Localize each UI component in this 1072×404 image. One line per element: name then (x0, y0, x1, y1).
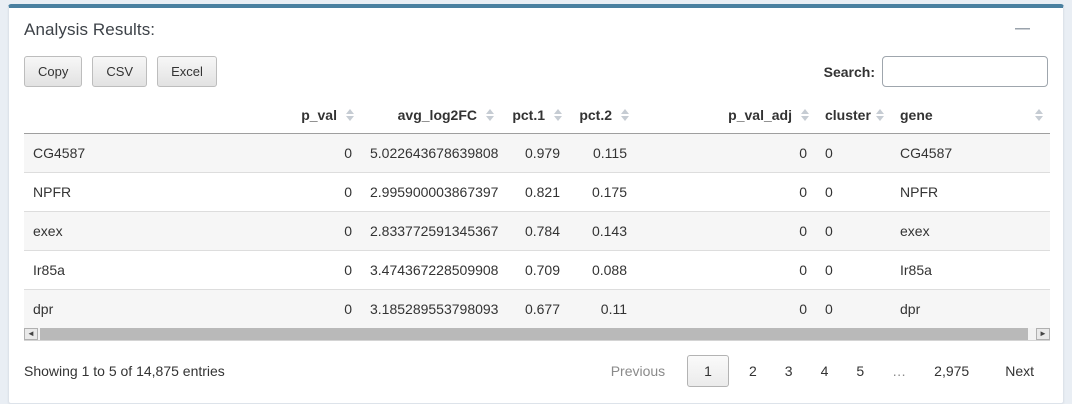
sort-icon (554, 109, 562, 121)
p-val-cell: 0 (264, 290, 361, 329)
previous-page-button[interactable]: Previous (597, 355, 679, 387)
search-input[interactable] (882, 56, 1048, 87)
p-val-adj-cell: 0 (636, 290, 816, 329)
column-header-pct1[interactable]: pct.1 (501, 97, 569, 134)
p-val-cell: 0 (264, 212, 361, 251)
gene-cell: dpr (891, 290, 1050, 329)
pct2-cell: 0.11 (569, 290, 636, 329)
rowname-cell: dpr (24, 290, 264, 329)
results-table: p_val avg_log2FC pct.1 pct.2 p_val_adj c… (24, 97, 1050, 328)
sort-icon (486, 109, 494, 121)
cluster-cell: 0 (816, 212, 891, 251)
gene-cell: exex (891, 212, 1050, 251)
pagination-ellipsis: … (878, 355, 920, 387)
entries-info: Showing 1 to 5 of 14,875 entries (24, 363, 225, 379)
p-val-adj-cell: 0 (636, 134, 816, 173)
column-header-cluster[interactable]: cluster (816, 97, 891, 134)
next-page-button[interactable]: Next (991, 355, 1048, 387)
pct1-cell: 0.821 (501, 173, 569, 212)
table-row[interactable]: dpr 0 3.185289553798093 0.677 0.11 0 0 d… (24, 290, 1050, 329)
scroll-left-icon[interactable]: ◄ (24, 328, 38, 340)
page-button-1[interactable]: 1 (687, 355, 729, 387)
p-val-cell: 0 (264, 134, 361, 173)
column-header-avg-log2fc[interactable]: avg_log2FC (361, 97, 501, 134)
column-header-gene[interactable]: gene (891, 97, 1050, 134)
page-button-3[interactable]: 3 (771, 355, 807, 387)
cluster-cell: 0 (816, 290, 891, 329)
table-row[interactable]: exex 0 2.833772591345367 0.784 0.143 0 0… (24, 212, 1050, 251)
table-footer: Showing 1 to 5 of 14,875 entries Previou… (24, 353, 1048, 387)
page-title: Analysis Results: (24, 20, 1048, 40)
sort-icon (346, 109, 354, 121)
panel-header: Analysis Results: — (24, 20, 1048, 40)
sort-icon (1035, 109, 1043, 121)
sort-icon (621, 109, 629, 121)
analysis-results-panel: Analysis Results: — Copy CSV Excel Searc… (8, 4, 1064, 404)
column-header-p-val[interactable]: p_val (264, 97, 361, 134)
avg-log2fc-cell: 2.995900003867397 (361, 173, 501, 212)
sort-icon (801, 109, 809, 121)
table-header-row: p_val avg_log2FC pct.1 pct.2 p_val_adj c… (24, 97, 1050, 134)
search-control: Search: (824, 56, 1048, 87)
page-button-last[interactable]: 2,975 (920, 355, 983, 387)
pct2-cell: 0.115 (569, 134, 636, 173)
page-button-2[interactable]: 2 (735, 355, 771, 387)
pagination: Previous 1 2 3 4 5 … 2,975 Next (597, 355, 1048, 387)
collapse-icon[interactable]: — (1015, 24, 1030, 34)
avg-log2fc-cell: 3.474367228509908 (361, 251, 501, 290)
rowname-cell: exex (24, 212, 264, 251)
scrollbar-thumb[interactable] (40, 328, 1028, 340)
export-button-group: Copy CSV Excel (24, 56, 217, 87)
gene-cell: NPFR (891, 173, 1050, 212)
rowname-cell: CG4587 (24, 134, 264, 173)
table-row[interactable]: NPFR 0 2.995900003867397 0.821 0.175 0 0… (24, 173, 1050, 212)
table-row[interactable]: CG4587 0 5.022643678639808 0.979 0.115 0… (24, 134, 1050, 173)
cluster-cell: 0 (816, 173, 891, 212)
cluster-cell: 0 (816, 134, 891, 173)
horizontal-scrollbar[interactable]: ◄ ► (24, 328, 1050, 341)
column-header-pct2[interactable]: pct.2 (569, 97, 636, 134)
gene-cell: Ir85a (891, 251, 1050, 290)
page-button-5[interactable]: 5 (842, 355, 878, 387)
rowname-cell: NPFR (24, 173, 264, 212)
copy-button[interactable]: Copy (24, 56, 82, 87)
pct1-cell: 0.784 (501, 212, 569, 251)
search-label: Search: (824, 64, 875, 80)
scroll-right-icon[interactable]: ► (1036, 328, 1050, 340)
pct1-cell: 0.709 (501, 251, 569, 290)
table-row[interactable]: Ir85a 0 3.474367228509908 0.709 0.088 0 … (24, 251, 1050, 290)
column-header-rownames (24, 97, 264, 134)
pct1-cell: 0.677 (501, 290, 569, 329)
page-button-4[interactable]: 4 (807, 355, 843, 387)
cluster-cell: 0 (816, 251, 891, 290)
csv-button[interactable]: CSV (92, 56, 147, 87)
avg-log2fc-cell: 2.833772591345367 (361, 212, 501, 251)
p-val-adj-cell: 0 (636, 173, 816, 212)
rowname-cell: Ir85a (24, 251, 264, 290)
p-val-cell: 0 (264, 173, 361, 212)
gene-cell: CG4587 (891, 134, 1050, 173)
table-toolbar: Copy CSV Excel Search: (24, 56, 1048, 87)
excel-button[interactable]: Excel (157, 56, 217, 87)
avg-log2fc-cell: 5.022643678639808 (361, 134, 501, 173)
pct1-cell: 0.979 (501, 134, 569, 173)
pct2-cell: 0.175 (569, 173, 636, 212)
p-val-cell: 0 (264, 251, 361, 290)
pct2-cell: 0.088 (569, 251, 636, 290)
p-val-adj-cell: 0 (636, 251, 816, 290)
p-val-adj-cell: 0 (636, 212, 816, 251)
pct2-cell: 0.143 (569, 212, 636, 251)
avg-log2fc-cell: 3.185289553798093 (361, 290, 501, 329)
column-header-p-val-adj[interactable]: p_val_adj (636, 97, 816, 134)
sort-icon (876, 109, 884, 121)
